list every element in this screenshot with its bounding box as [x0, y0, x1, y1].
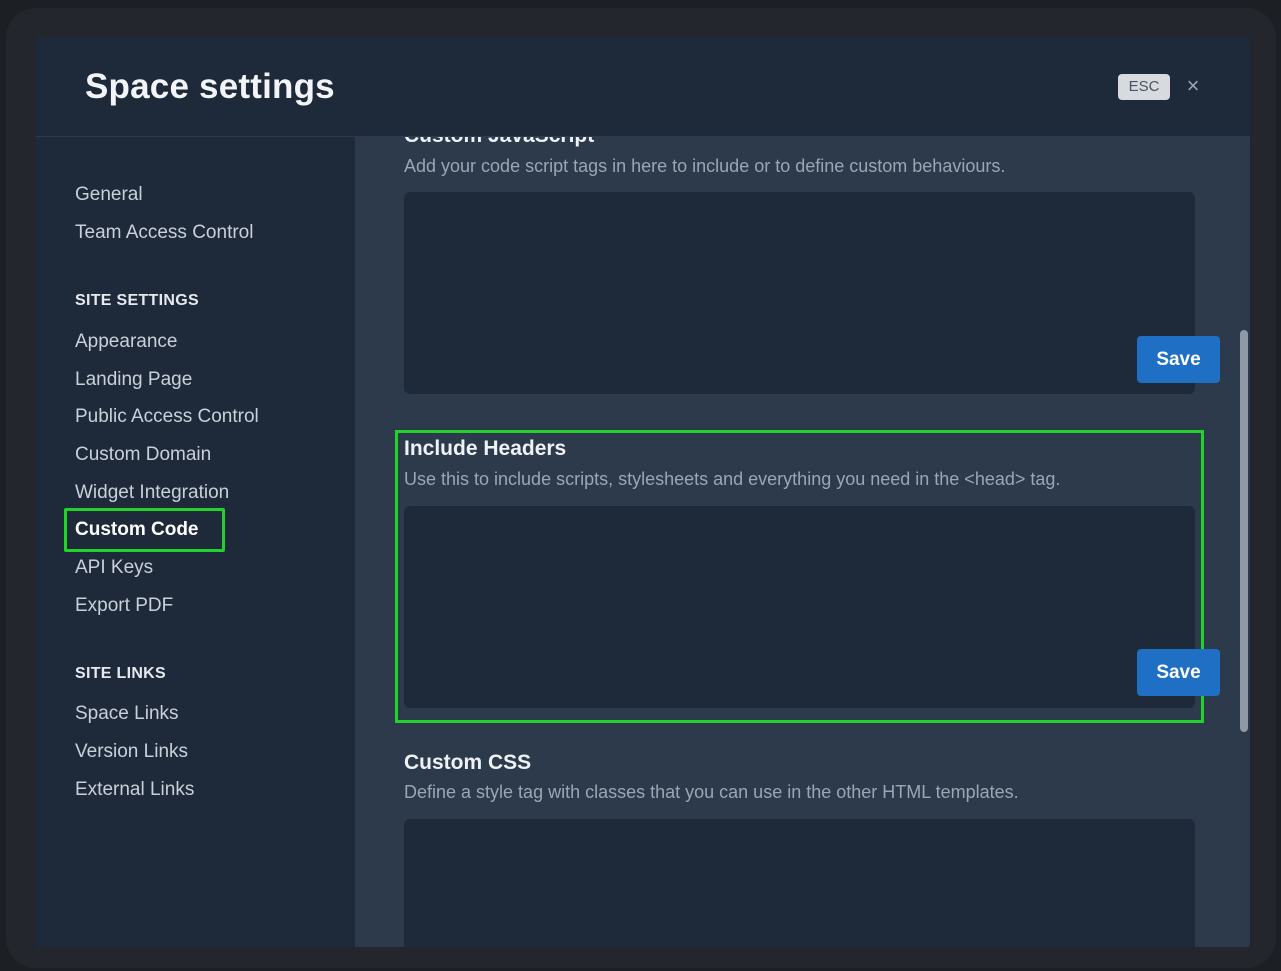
include-headers-save-button[interactable]: Save	[1137, 649, 1220, 696]
include-headers-description: Use this to include scripts, stylesheets…	[404, 469, 1061, 489]
sidebar-item-external-links[interactable]: External Links	[75, 779, 194, 801]
include-headers-title: Include Headers	[404, 437, 567, 460]
sidebar-item-api-keys[interactable]: API Keys	[75, 557, 153, 579]
custom-js-description: Add your code script tags in here to inc…	[404, 156, 1006, 176]
custom-js-save-button[interactable]: Save	[1137, 336, 1220, 383]
include-headers-code-input[interactable]	[404, 506, 1195, 708]
sidebar-item-label: Custom Code	[75, 519, 199, 540]
sidebar-item-space-links[interactable]: Space Links	[75, 703, 179, 725]
sidebar-item-widget-integration[interactable]: Widget Integration	[75, 482, 229, 504]
sidebar-item-custom-domain[interactable]: Custom Domain	[75, 444, 211, 466]
custom-js-title: Custom JavaScript	[404, 137, 594, 148]
sidebar-item-version-links[interactable]: Version Links	[75, 741, 188, 763]
close-icon[interactable]: ×	[1183, 73, 1203, 99]
custom-css-description: Define a style tag with classes that you…	[404, 782, 1019, 802]
sidebar-item-team-access-control[interactable]: Team Access Control	[75, 222, 253, 244]
custom-css-code-input[interactable]	[404, 819, 1195, 947]
sidebar-item-custom-code[interactable]: Custom Code	[64, 508, 225, 552]
sidebar-heading-site-settings: SITE SETTINGS	[75, 292, 199, 309]
sidebar-heading-site-links: SITE LINKS	[75, 665, 167, 682]
esc-key-badge: ESC	[1118, 74, 1170, 100]
custom-css-title: Custom CSS	[404, 751, 532, 774]
sidebar-item-landing-page[interactable]: Landing Page	[75, 369, 192, 391]
sidebar-item-public-access-control[interactable]: Public Access Control	[75, 406, 259, 428]
space-settings-modal: Space settings ESC × General Team Access…	[36, 37, 1250, 947]
modal-header: Space settings ESC ×	[36, 37, 1250, 137]
settings-sidebar: General Team Access Control SITE SETTING…	[36, 137, 355, 947]
sidebar-item-general[interactable]: General	[75, 184, 143, 206]
modal-title: Space settings	[85, 67, 335, 106]
sidebar-item-appearance[interactable]: Appearance	[75, 331, 177, 353]
settings-content[interactable]: Custom JavaScript Add your code script t…	[355, 137, 1250, 947]
content-scrollbar[interactable]	[1240, 330, 1248, 732]
sidebar-item-export-pdf[interactable]: Export PDF	[75, 595, 173, 617]
custom-js-code-input[interactable]	[404, 192, 1195, 394]
